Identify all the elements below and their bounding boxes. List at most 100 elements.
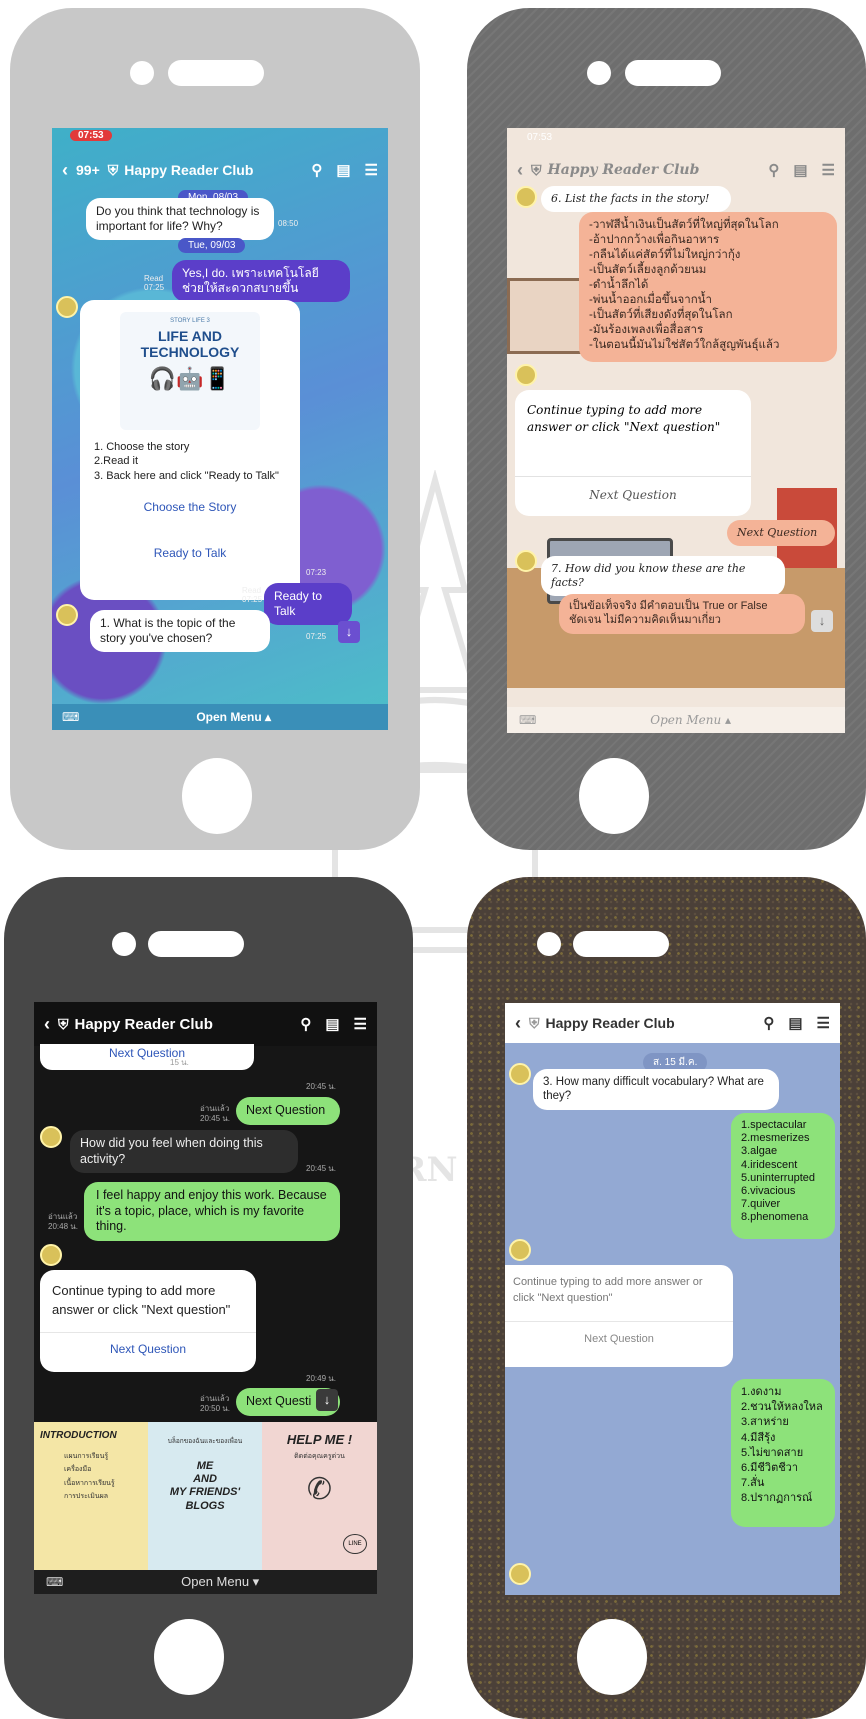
camera-dot bbox=[130, 61, 154, 85]
bot-message: How did you feel when doing this activit… bbox=[70, 1130, 298, 1174]
next-question-button[interactable]: Next Question bbox=[505, 1333, 733, 1345]
robot-gadgets-icon: 🎧🤖📱 bbox=[148, 366, 232, 391]
scroll-down-icon[interactable]: ↓ bbox=[811, 610, 833, 632]
shield-icon: ⛨ bbox=[531, 161, 542, 178]
message-time: 20:45 น. bbox=[306, 1164, 336, 1173]
user-message: 1.spectacular 2.mesmerizes 3.algae 4.iri… bbox=[731, 1113, 835, 1239]
instruction-line: 3. Back here and click "Ready to Talk" bbox=[94, 469, 279, 482]
notes-icon[interactable]: ▤ bbox=[325, 1015, 339, 1033]
time-pill: 15 น. bbox=[170, 1058, 189, 1067]
continue-card: Continue typing to add more answer or cl… bbox=[505, 1265, 733, 1367]
card-divider bbox=[40, 1332, 256, 1333]
continue-card: Continue typing to add more answer or cl… bbox=[40, 1270, 256, 1372]
keyboard-icon[interactable]: ⌨ bbox=[519, 713, 536, 727]
back-icon[interactable]: ‹ bbox=[62, 160, 68, 181]
phone-frame-1: 07:53 ‹ 99+ ⛨ Happy Reader Club ⚲ ▤ ☰ Mo… bbox=[10, 8, 420, 850]
instruction-line: 1. Choose the story bbox=[94, 441, 190, 453]
keyboard-icon[interactable]: ⌨ bbox=[62, 710, 79, 724]
open-menu-button[interactable]: Open Menu ▴ bbox=[650, 713, 731, 727]
next-question-button[interactable]: Next Question bbox=[515, 488, 751, 502]
instruction-line: 2.Read it bbox=[94, 455, 139, 468]
introduction-title: INTRODUCTION bbox=[40, 1430, 117, 1441]
translation-line: 6.มีชีวิตชีวา bbox=[741, 1461, 799, 1474]
status-time: 07:53 bbox=[70, 130, 112, 141]
phone-frame-3: ‹ ⛨ Happy Reader Club ⚲ ▤ ☰ Next Questio… bbox=[4, 877, 413, 1719]
next-question-button[interactable]: Next Question bbox=[40, 1342, 256, 1356]
story-cover-image: STORY LIFE 3 LIFE AND TECHNOLOGY 🎧🤖📱 bbox=[120, 312, 260, 430]
open-menu-button[interactable]: Open Menu ▴ bbox=[196, 710, 271, 724]
story-cover-title-1: LIFE AND bbox=[157, 328, 223, 344]
menu-icon[interactable]: ☰ bbox=[365, 161, 378, 179]
search-icon[interactable]: ⚲ bbox=[300, 1015, 311, 1033]
ready-to-talk-button[interactable]: Ready to Talk bbox=[80, 546, 300, 560]
home-button[interactable] bbox=[154, 1619, 224, 1695]
card-divider bbox=[515, 476, 751, 477]
user-message: Next Question bbox=[727, 520, 835, 546]
user-message: เป็นข้อเท็จจริง มีคำตอบเป็น True or Fals… bbox=[559, 594, 805, 634]
back-icon[interactable]: ‹ bbox=[517, 160, 523, 181]
help-subtitle: ติดต่อคุณครูด่วน bbox=[294, 1453, 345, 1460]
shield-icon: ⛨ bbox=[529, 1014, 540, 1031]
search-icon[interactable]: ⚲ bbox=[763, 1014, 774, 1032]
story-instructions: 1. Choose the story 2.Read it 3. Back he… bbox=[94, 440, 284, 483]
bot-message: 7. How did you know these are the facts? bbox=[541, 556, 785, 596]
menu-icon[interactable]: ☰ bbox=[817, 1014, 830, 1032]
back-icon[interactable]: ‹ bbox=[44, 1014, 50, 1035]
vocab-line: 3.algae bbox=[741, 1145, 778, 1158]
card-text: Continue typing to add more answer or cl… bbox=[513, 1276, 703, 1304]
user-message: I feel happy and enjoy this work. Becaus… bbox=[84, 1182, 340, 1241]
speaker-slot bbox=[625, 60, 721, 86]
message-time: 07:25 bbox=[144, 283, 165, 292]
message-time: 20:45 น. bbox=[306, 1082, 336, 1091]
blogs-title-line: BLOGS bbox=[185, 1499, 225, 1512]
back-icon[interactable]: ‹ bbox=[515, 1013, 521, 1034]
previous-next-question[interactable]: Next Question bbox=[40, 1046, 254, 1060]
wall-picture bbox=[507, 278, 583, 354]
notes-icon[interactable]: ▤ bbox=[793, 161, 807, 179]
home-button[interactable] bbox=[579, 758, 649, 834]
introduction-item: เครื่องมือ bbox=[64, 1466, 92, 1474]
home-button[interactable] bbox=[182, 758, 252, 834]
keyboard-icon[interactable]: ⌨ bbox=[46, 1575, 63, 1589]
search-icon[interactable]: ⚲ bbox=[768, 161, 779, 179]
rich-menu-help[interactable]: HELP ME ! ติดต่อคุณครูด่วน ✆ LINE bbox=[262, 1422, 377, 1570]
open-menu-button[interactable]: Open Menu ▾ bbox=[181, 1574, 259, 1590]
home-button[interactable] bbox=[577, 1619, 647, 1695]
menu-icon[interactable]: ☰ bbox=[354, 1015, 367, 1033]
answer-line: -พ่นน้ำออกเมื่อขึ้นจากน้ำ bbox=[589, 293, 712, 306]
notes-icon[interactable]: ▤ bbox=[788, 1014, 802, 1032]
bot-avatar bbox=[509, 1563, 531, 1585]
rich-menu-blogs[interactable]: บล็อกของฉันและของเพื่อน ME AND MY FRIEND… bbox=[148, 1422, 262, 1570]
chat-header: ‹ ⛨ Happy Reader Club ⚲ ▤ ☰ bbox=[34, 1002, 377, 1046]
vocab-line: 4.iridescent bbox=[741, 1158, 798, 1171]
phone-frame-4: ‹ ⛨ Happy Reader Club ⚲ ▤ ☰ ส. 15 มี.ค. … bbox=[467, 877, 866, 1719]
message-time: 08:50 bbox=[278, 219, 299, 228]
notes-icon[interactable]: ▤ bbox=[336, 161, 350, 179]
chat-screen-2: 07:53 ‹ ⛨ Happy Reader Club ⚲ ▤ ☰ 6. Lis… bbox=[507, 128, 845, 733]
previous-card-partial: Next Question 15 น. bbox=[40, 1044, 254, 1070]
chat-screen-4: ‹ ⛨ Happy Reader Club ⚲ ▤ ☰ ส. 15 มี.ค. … bbox=[505, 1003, 840, 1595]
story-card: STORY LIFE 3 LIFE AND TECHNOLOGY 🎧🤖📱 1. … bbox=[80, 300, 300, 600]
vocab-line: 8.phenomena bbox=[741, 1211, 809, 1224]
message-time: 20:48 น. bbox=[48, 1222, 78, 1231]
speaker-slot bbox=[573, 931, 669, 957]
help-title: HELP ME ! bbox=[286, 1432, 353, 1447]
status-bar: 07:53 bbox=[52, 128, 388, 146]
camera-dot bbox=[537, 932, 561, 956]
user-message: Yes,I do. เพราะเทคโนโลยีช่วยให้สะดวกสบาย… bbox=[172, 260, 350, 302]
answer-line: -อ้าปากกว้างเพื่อกินอาหาร bbox=[589, 233, 720, 246]
scroll-down-icon[interactable]: ↓ bbox=[316, 1389, 338, 1411]
bot-avatar bbox=[515, 364, 537, 386]
introduction-list: แผนการเรียนรู้ เครื่องมือ เนื้อหาการเรีย… bbox=[64, 1450, 115, 1503]
user-message: -วาฬสีน้ำเงินเป็นสัตว์ที่ใหญ่ที่สุดในโลก… bbox=[579, 212, 837, 362]
bot-message: 6. List the facts in the story! bbox=[541, 186, 731, 212]
message-time: 20:50 น. bbox=[200, 1404, 230, 1413]
introduction-item: เนื้อหาการเรียนรู้ bbox=[64, 1479, 115, 1487]
read-receipt: Read bbox=[242, 586, 262, 595]
message-time: 20:45 น. bbox=[200, 1114, 230, 1123]
scroll-down-icon[interactable]: ↓ bbox=[338, 621, 360, 643]
choose-story-button[interactable]: Choose the Story bbox=[80, 500, 300, 514]
rich-menu-introduction[interactable]: INTRODUCTION แผนการเรียนรู้ เครื่องมือ เ… bbox=[34, 1422, 148, 1570]
search-icon[interactable]: ⚲ bbox=[311, 161, 322, 179]
menu-icon[interactable]: ☰ bbox=[822, 161, 835, 179]
